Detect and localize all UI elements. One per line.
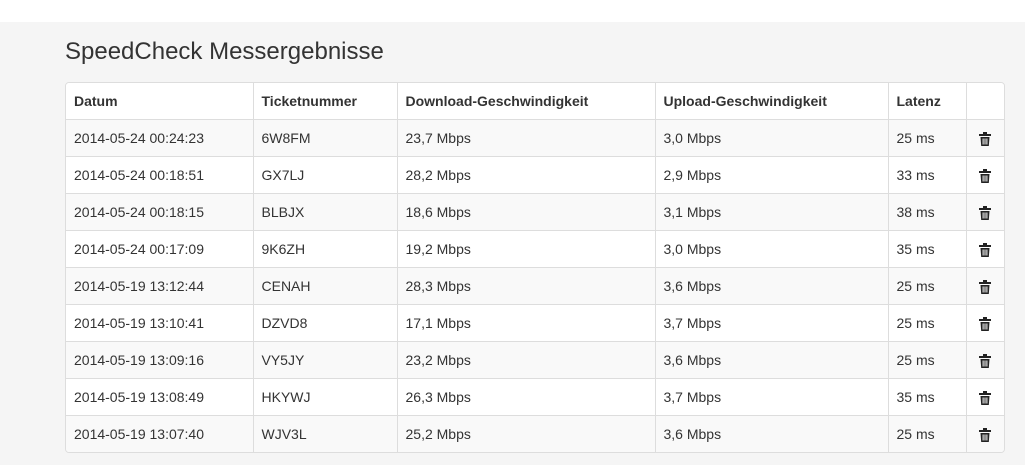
cell-ticket: GX7LJ: [252, 156, 397, 194]
results-table-container: Datum Ticketnummer Download-Geschwindigk…: [65, 82, 1005, 453]
table-row: 2014-05-19 13:08:49 HKYWJ 26,3 Mbps 3,7 …: [66, 378, 1004, 416]
trash-icon[interactable]: [979, 243, 992, 258]
cell-upload: 3,6 Mbps: [654, 341, 888, 379]
cell-delete: [965, 193, 1004, 231]
cell-upload: 3,0 Mbps: [654, 230, 888, 268]
page-title: SpeedCheck Messergebnisse: [65, 38, 384, 65]
trash-icon[interactable]: [979, 428, 992, 443]
cell-delete: [965, 304, 1004, 342]
trash-icon[interactable]: [979, 169, 992, 184]
cell-delete: [965, 156, 1004, 194]
cell-ticket: DZVD8: [252, 304, 397, 342]
cell-datum: 2014-05-19 13:07:40: [66, 415, 253, 452]
table-row: 2014-05-24 00:24:23 6W8FM 23,7 Mbps 3,0 …: [66, 119, 1004, 157]
cell-latenz: 25 ms: [887, 415, 966, 452]
cell-delete: [965, 415, 1004, 452]
cell-datum: 2014-05-24 00:24:23: [66, 119, 253, 157]
trash-icon[interactable]: [979, 206, 992, 221]
cell-download: 28,2 Mbps: [396, 156, 655, 194]
cell-datum: 2014-05-24 00:18:15: [66, 193, 253, 231]
column-header-download: Download-Geschwindigkeit: [396, 83, 655, 120]
cell-datum: 2014-05-19 13:10:41: [66, 304, 253, 342]
cell-delete: [965, 230, 1004, 268]
cell-delete: [965, 378, 1004, 416]
cell-upload: 3,1 Mbps: [654, 193, 888, 231]
column-header-latenz: Latenz: [887, 83, 966, 120]
cell-ticket: BLBJX: [252, 193, 397, 231]
cell-download: 26,3 Mbps: [396, 378, 655, 416]
cell-ticket: 9K6ZH: [252, 230, 397, 268]
cell-latenz: 25 ms: [887, 267, 966, 305]
cell-latenz: 33 ms: [887, 156, 966, 194]
cell-datum: 2014-05-24 00:17:09: [66, 230, 253, 268]
table-row: 2014-05-24 00:18:51 GX7LJ 28,2 Mbps 2,9 …: [66, 156, 1004, 194]
cell-ticket: WJV3L: [252, 415, 397, 452]
column-header-actions: [965, 83, 1004, 120]
cell-datum: 2014-05-19 13:12:44: [66, 267, 253, 305]
cell-datum: 2014-05-19 13:09:16: [66, 341, 253, 379]
table-row: 2014-05-24 00:18:15 BLBJX 18,6 Mbps 3,1 …: [66, 193, 1004, 231]
column-header-ticketnummer: Ticketnummer: [252, 83, 397, 120]
cell-download: 17,1 Mbps: [396, 304, 655, 342]
cell-upload: 2,9 Mbps: [654, 156, 888, 194]
cell-upload: 3,6 Mbps: [654, 267, 888, 305]
cell-download: 28,3 Mbps: [396, 267, 655, 305]
trash-icon[interactable]: [979, 391, 992, 406]
cell-upload: 3,7 Mbps: [654, 378, 888, 416]
trash-icon[interactable]: [979, 132, 992, 147]
cell-latenz: 35 ms: [887, 378, 966, 416]
trash-icon[interactable]: [979, 280, 992, 295]
cell-latenz: 25 ms: [887, 341, 966, 379]
table-row: 2014-05-19 13:12:44 CENAH 28,3 Mbps 3,6 …: [66, 267, 1004, 305]
cell-delete: [965, 267, 1004, 305]
cell-upload: 3,0 Mbps: [654, 119, 888, 157]
table-row: 2014-05-19 13:09:16 VY5JY 23,2 Mbps 3,6 …: [66, 341, 1004, 379]
cell-download: 23,2 Mbps: [396, 341, 655, 379]
table-row: 2014-05-19 13:10:41 DZVD8 17,1 Mbps 3,7 …: [66, 304, 1004, 342]
cell-download: 19,2 Mbps: [396, 230, 655, 268]
column-header-upload: Upload-Geschwindigkeit: [654, 83, 888, 120]
main-content: SpeedCheck Messergebnisse Datum Ticketnu…: [0, 22, 1025, 465]
cell-ticket: 6W8FM: [252, 119, 397, 157]
trash-icon[interactable]: [979, 354, 992, 369]
cell-latenz: 38 ms: [887, 193, 966, 231]
table-row: 2014-05-24 00:17:09 9K6ZH 19,2 Mbps 3,0 …: [66, 230, 1004, 268]
cell-latenz: 25 ms: [887, 304, 966, 342]
cell-datum: 2014-05-19 13:08:49: [66, 378, 253, 416]
cell-ticket: VY5JY: [252, 341, 397, 379]
cell-upload: 3,7 Mbps: [654, 304, 888, 342]
cell-download: 25,2 Mbps: [396, 415, 655, 452]
cell-ticket: CENAH: [252, 267, 397, 305]
table-header-row: Datum Ticketnummer Download-Geschwindigk…: [66, 83, 1004, 120]
cell-download: 18,6 Mbps: [396, 193, 655, 231]
trash-icon[interactable]: [979, 317, 992, 332]
cell-latenz: 25 ms: [887, 119, 966, 157]
table-row: 2014-05-19 13:07:40 WJV3L 25,2 Mbps 3,6 …: [66, 415, 1004, 452]
column-header-datum: Datum: [66, 83, 253, 120]
results-table: Datum Ticketnummer Download-Geschwindigk…: [66, 83, 1004, 452]
cell-download: 23,7 Mbps: [396, 119, 655, 157]
cell-upload: 3,6 Mbps: [654, 415, 888, 452]
cell-latenz: 35 ms: [887, 230, 966, 268]
cell-delete: [965, 119, 1004, 157]
top-bar: [0, 0, 1025, 22]
cell-delete: [965, 341, 1004, 379]
cell-datum: 2014-05-24 00:18:51: [66, 156, 253, 194]
cell-ticket: HKYWJ: [252, 378, 397, 416]
